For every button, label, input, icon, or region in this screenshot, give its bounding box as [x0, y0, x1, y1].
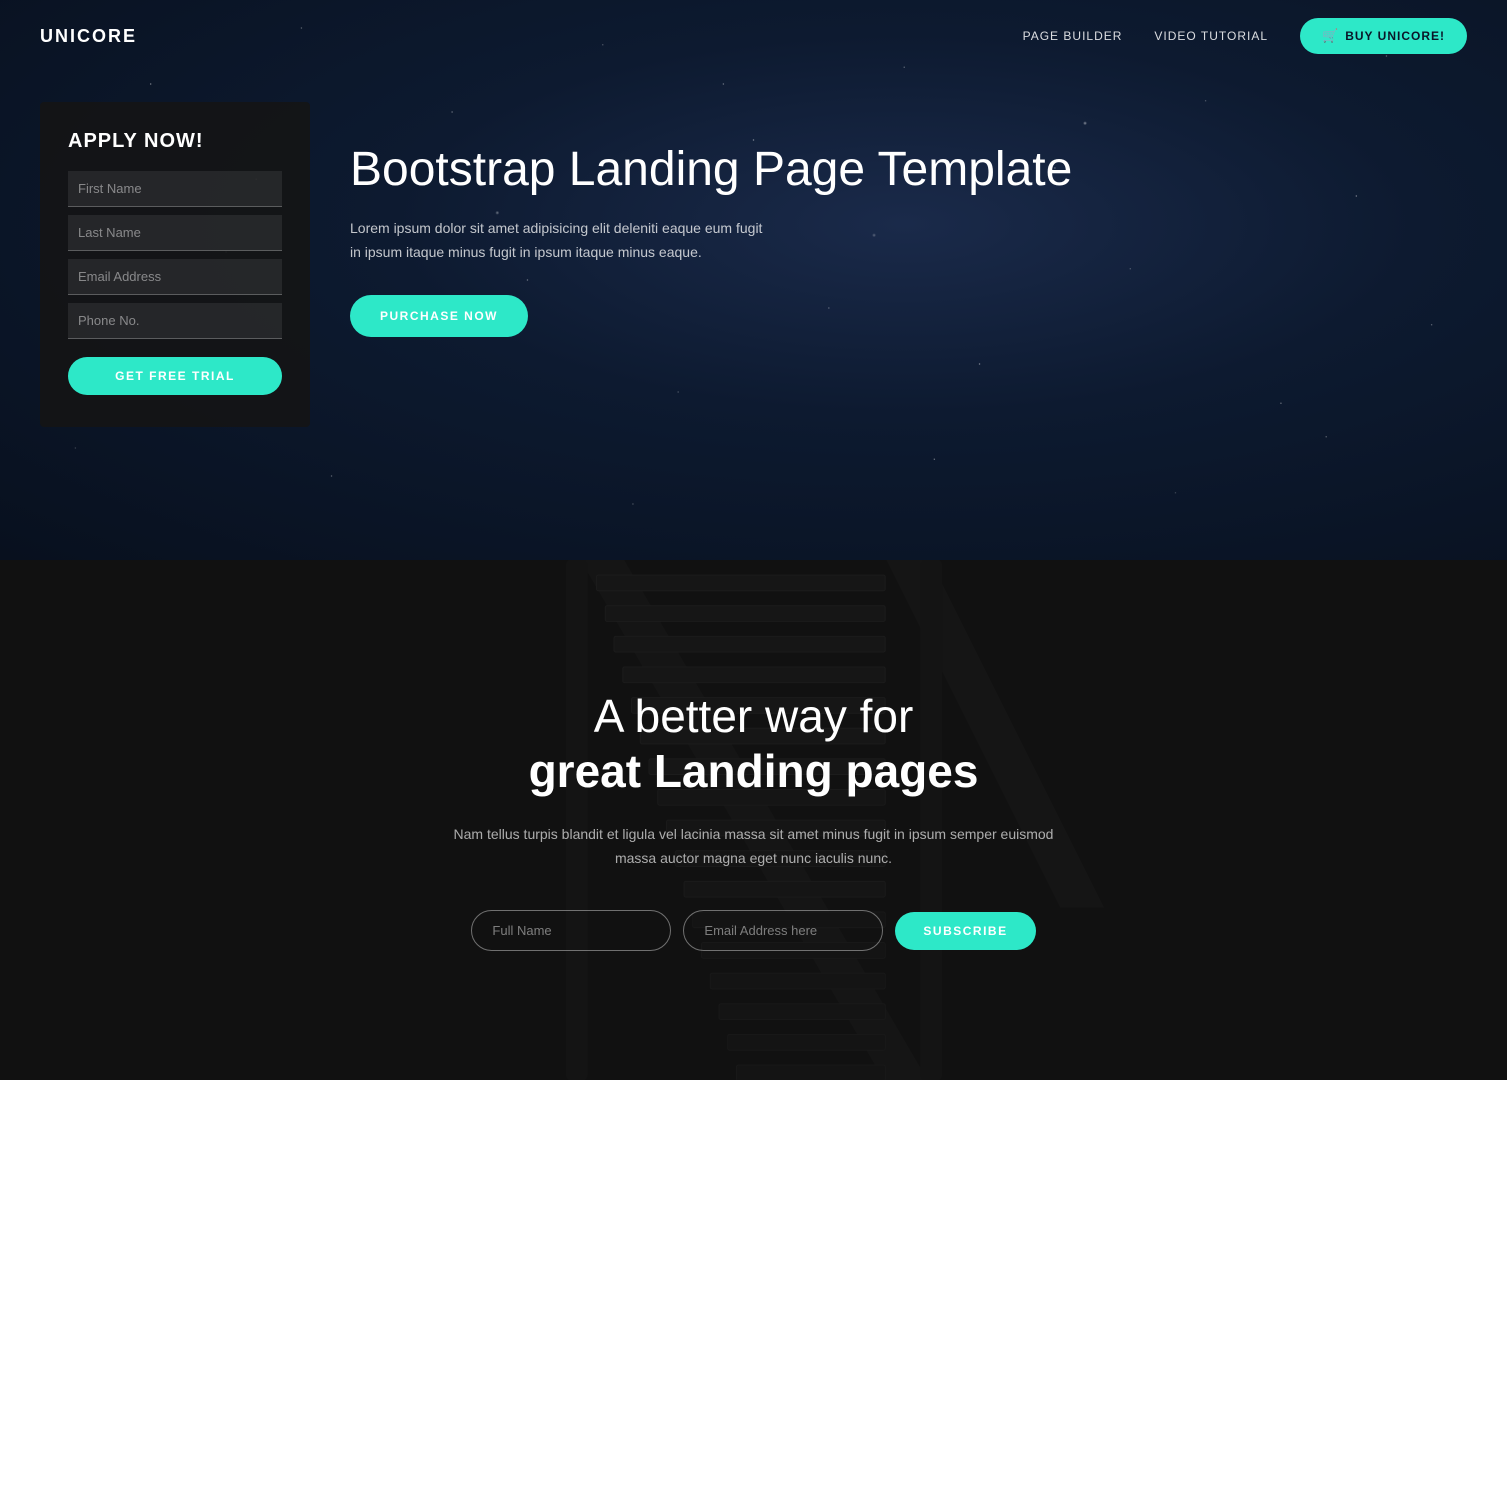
- escalator-heading-line2: great Landing pages: [529, 745, 979, 797]
- hero-section: UNICORE PAGE BUILDER VIDEO TUTORIAL 🛒 BU…: [0, 0, 1507, 560]
- email-input[interactable]: [68, 259, 282, 295]
- hero-description: Lorem ipsum dolor sit amet adipisicing e…: [350, 217, 770, 265]
- subscribe-name-input[interactable]: [471, 910, 671, 951]
- subscribe-email-input[interactable]: [683, 910, 883, 951]
- purchase-button[interactable]: PURCHASE NOW: [350, 295, 528, 337]
- hero-text: Bootstrap Landing Page Template Lorem ip…: [350, 102, 1467, 337]
- escalator-content: A better way for great Landing pages Nam…: [454, 689, 1054, 952]
- nav-links: PAGE BUILDER VIDEO TUTORIAL 🛒 BUY UNICOR…: [1023, 18, 1467, 54]
- first-name-input[interactable]: [68, 171, 282, 207]
- apply-title: APPLY NOW!: [68, 130, 282, 153]
- hero-heading: Bootstrap Landing Page Template: [350, 142, 1467, 197]
- escalator-description: Nam tellus turpis blandit et ligula vel …: [454, 823, 1054, 871]
- cart-icon: 🛒: [1322, 28, 1339, 44]
- phone-input[interactable]: [68, 303, 282, 339]
- buy-button-label: BUY UNICORE!: [1345, 29, 1445, 43]
- escalator-heading: A better way for great Landing pages: [454, 689, 1054, 799]
- get-trial-button[interactable]: GET FREE TRIAL: [68, 357, 282, 395]
- site-logo: UNICORE: [40, 26, 137, 47]
- escalator-section: A better way for great Landing pages Nam…: [0, 560, 1507, 1080]
- last-name-input[interactable]: [68, 215, 282, 251]
- subscribe-button[interactable]: SUBSCRIBE: [895, 912, 1035, 950]
- buy-button[interactable]: 🛒 BUY UNICORE!: [1300, 18, 1467, 54]
- page-builder-link[interactable]: PAGE BUILDER: [1023, 29, 1123, 43]
- hero-content: APPLY NOW! GET FREE TRIAL Bootstrap Land…: [0, 72, 1507, 427]
- video-tutorial-link[interactable]: VIDEO TUTORIAL: [1154, 29, 1268, 43]
- navbar: UNICORE PAGE BUILDER VIDEO TUTORIAL 🛒 BU…: [0, 0, 1507, 72]
- escalator-heading-line1: A better way for: [594, 690, 914, 742]
- apply-card: APPLY NOW! GET FREE TRIAL: [40, 102, 310, 427]
- subscribe-row: SUBSCRIBE: [454, 910, 1054, 951]
